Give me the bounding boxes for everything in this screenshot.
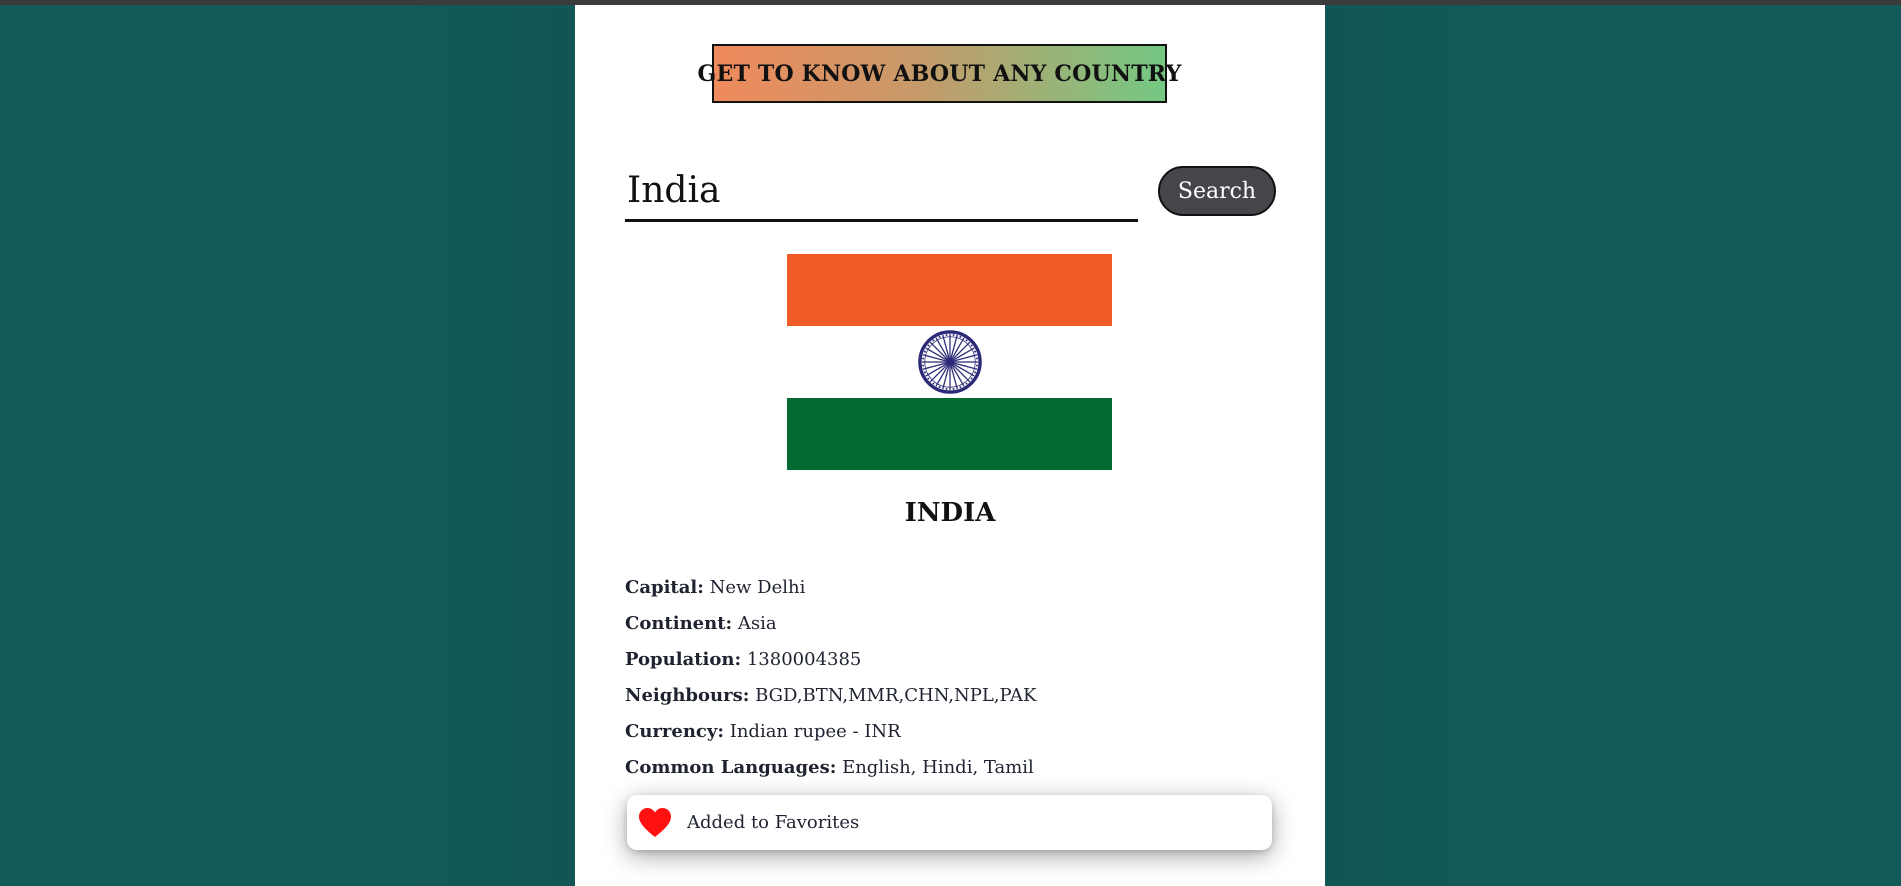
country-flag — [787, 254, 1112, 470]
flag-green-band — [787, 398, 1112, 470]
detail-label: Capital: — [625, 577, 704, 598]
detail-row-continent: Continent: Asia — [625, 613, 1285, 649]
detail-label: Continent: — [625, 613, 733, 634]
country-search-input[interactable] — [625, 162, 1138, 222]
country-name: INDIA — [904, 498, 996, 528]
detail-row-capital: Capital: New Delhi — [625, 577, 1285, 613]
detail-value: BGD,BTN,MMR,CHN,NPL,PAK — [755, 685, 1037, 706]
detail-label: Common Languages: — [625, 757, 837, 778]
search-button[interactable]: Search — [1158, 166, 1276, 216]
detail-row-currency: Currency: Indian rupee - INR — [625, 721, 1285, 757]
detail-value: English, Hindi, Tamil — [842, 757, 1034, 778]
detail-label: Population: — [625, 649, 742, 670]
main-panel: GET TO KNOW ABOUT ANY COUNTRY Search IND… — [575, 5, 1325, 886]
detail-value: Indian rupee - INR — [729, 721, 901, 742]
heart-icon — [639, 807, 671, 837]
detail-value: 1380004385 — [746, 649, 862, 670]
toast-message: Added to Favorites — [687, 812, 860, 833]
detail-row-neighbours: Neighbours: BGD,BTN,MMR,CHN,NPL,PAK — [625, 685, 1285, 721]
detail-row-languages: Common Languages: English, Hindi, Tamil — [625, 757, 1285, 793]
page-title: GET TO KNOW ABOUT ANY COUNTRY — [698, 44, 1181, 103]
country-details: Capital: New Delhi Continent: Asia Popul… — [625, 577, 1285, 793]
ashoka-chakra-icon — [918, 330, 982, 394]
detail-row-population: Population: 1380004385 — [625, 649, 1285, 685]
detail-value: New Delhi — [709, 577, 806, 598]
background-shade-right — [1325, 5, 1500, 886]
favorites-toast[interactable]: Added to Favorites — [627, 795, 1272, 850]
detail-label: Currency: — [625, 721, 724, 742]
detail-value: Asia — [737, 613, 777, 634]
detail-label: Neighbours: — [625, 685, 750, 706]
background-shade-left — [400, 5, 575, 886]
flag-saffron-band — [787, 254, 1112, 326]
